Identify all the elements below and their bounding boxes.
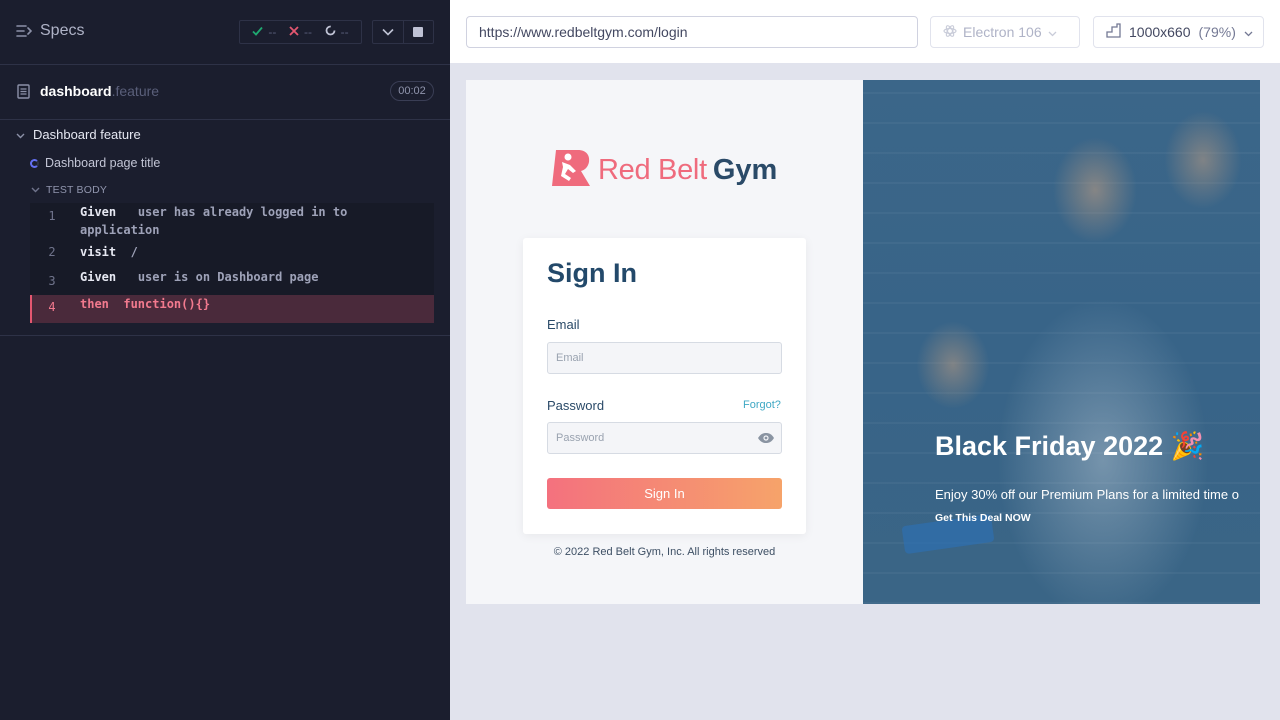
collapse-button[interactable] — [373, 21, 403, 43]
signin-button[interactable]: Sign In — [547, 478, 782, 509]
command-row-failed[interactable]: 4 then function(){} — [30, 295, 434, 323]
email-label: Email — [547, 317, 580, 332]
passed-count: -- — [268, 25, 277, 39]
email-field[interactable]: Email — [547, 342, 782, 374]
reporter-panel: Specs -- -- -- dashboard.feature 00:02 D… — [0, 0, 450, 720]
spec-duration-badge: 00:02 — [390, 81, 434, 101]
karate-logo-icon — [550, 148, 592, 193]
command-message: user is on Dashboard page — [137, 270, 319, 284]
test-title-label: Dashboard page title — [45, 156, 161, 170]
logo-text-gym: Gym — [712, 154, 778, 186]
run-controls — [372, 20, 434, 44]
command-message: / — [130, 245, 138, 259]
promo-subtitle: Enjoy 30% off our Premium Plans for a li… — [935, 487, 1239, 502]
command-message-wrap: application — [80, 223, 160, 237]
password-placeholder: Password — [556, 432, 605, 444]
command-text: Given user has already logged in to appl… — [80, 203, 347, 239]
stop-icon — [413, 27, 424, 37]
command-number: 2 — [48, 245, 56, 259]
test-stats: -- -- -- — [239, 20, 362, 44]
passed-stat: -- — [252, 25, 276, 39]
pending-stat: -- — [325, 25, 349, 39]
command-number: 3 — [48, 274, 56, 288]
browser-label: Electron 106 — [963, 24, 1042, 40]
suite-title-label: Dashboard feature — [33, 127, 141, 142]
running-spinner-icon — [30, 158, 39, 168]
pending-count: -- — [340, 25, 349, 39]
browser-selector[interactable]: Electron 106 — [930, 16, 1080, 48]
specs-toggle-button[interactable]: Specs — [16, 22, 84, 40]
command-number: 1 — [48, 209, 56, 223]
command-log: 1 Given user has already logged in to ap… — [30, 203, 434, 323]
command-text: visit / — [80, 243, 138, 261]
command-row[interactable]: 1 Given user has already logged in to ap… — [30, 203, 434, 243]
command-text: then function(){} — [80, 295, 210, 313]
pending-circle-icon — [325, 25, 336, 39]
password-label: Password — [547, 398, 605, 413]
viewport-size: 1000x660 — [1129, 24, 1191, 40]
chevron-down-icon — [1048, 24, 1057, 40]
viewport-zoom: (79%) — [1198, 24, 1236, 40]
signin-card: Sign In Email Email Password Forgot? Pas… — [523, 238, 806, 534]
copyright-text: © 2022 Red Belt Gym, Inc. All rights res… — [553, 546, 776, 558]
test-title[interactable]: Dashboard page title — [30, 156, 160, 170]
command-row[interactable]: 2 visit / — [30, 243, 434, 268]
chevron-down-icon — [1244, 24, 1253, 40]
url-bar[interactable]: https://www.redbeltgym.com/login — [466, 16, 918, 48]
spec-name-ext: .feature — [111, 83, 160, 99]
command-keyword: Given — [80, 205, 117, 219]
aut-toolbar: https://www.redbeltgym.com/login Electro… — [450, 0, 1280, 64]
promo-panel: Black Friday 2022 🎉 Enjoy 30% off our Pr… — [863, 80, 1260, 604]
command-row[interactable]: 3 Given user is on Dashboard page — [30, 268, 434, 295]
failed-stat: -- — [289, 25, 312, 39]
logo-text-red: Red Belt — [598, 154, 707, 186]
spec-file-name[interactable]: dashboard.feature — [40, 83, 159, 99]
chevron-down-icon — [16, 127, 25, 142]
failed-count: -- — [303, 25, 312, 39]
viewport-selector[interactable]: 1000x660 (79%) — [1093, 16, 1264, 48]
forgot-password-link[interactable]: Forgot? — [743, 399, 781, 411]
command-text: Given user is on Dashboard page — [80, 268, 318, 286]
password-field[interactable]: Password — [547, 422, 782, 454]
suite-title[interactable]: Dashboard feature — [16, 127, 141, 142]
specs-list-icon — [16, 24, 32, 38]
command-message: user has already logged in to — [137, 205, 348, 219]
command-keyword: Given — [80, 270, 117, 284]
check-icon — [252, 25, 264, 39]
promo-cta-link[interactable]: Get This Deal NOW — [935, 512, 1031, 524]
eye-icon[interactable] — [757, 432, 775, 447]
chevron-down-icon — [382, 23, 394, 41]
command-keyword: visit — [80, 245, 117, 259]
test-body-toggle[interactable]: TEST BODY — [31, 184, 107, 196]
login-panel: Red Belt Gym Sign In Email Email Passwor… — [466, 80, 863, 604]
specs-label: Specs — [40, 22, 85, 39]
divider — [0, 335, 450, 336]
reporter-header: Specs -- -- -- — [0, 0, 450, 65]
chevron-down-icon — [31, 184, 40, 196]
stop-button[interactable] — [402, 21, 434, 43]
spec-name-base: dashboard — [40, 83, 112, 99]
document-icon — [17, 84, 30, 104]
test-body-label: TEST BODY — [46, 184, 108, 196]
x-icon — [289, 25, 299, 39]
ruler-icon — [1106, 23, 1121, 41]
signin-title: Sign In — [547, 258, 637, 288]
command-keyword: then — [80, 297, 109, 311]
command-number: 4 — [48, 300, 56, 314]
command-message: function(){} — [123, 297, 211, 311]
promo-title: Black Friday 2022 🎉 — [935, 431, 1205, 461]
brand-logo: Red Belt Gym — [550, 148, 777, 193]
electron-icon — [943, 24, 957, 41]
app-under-test: Red Belt Gym Sign In Email Email Passwor… — [466, 80, 1260, 604]
